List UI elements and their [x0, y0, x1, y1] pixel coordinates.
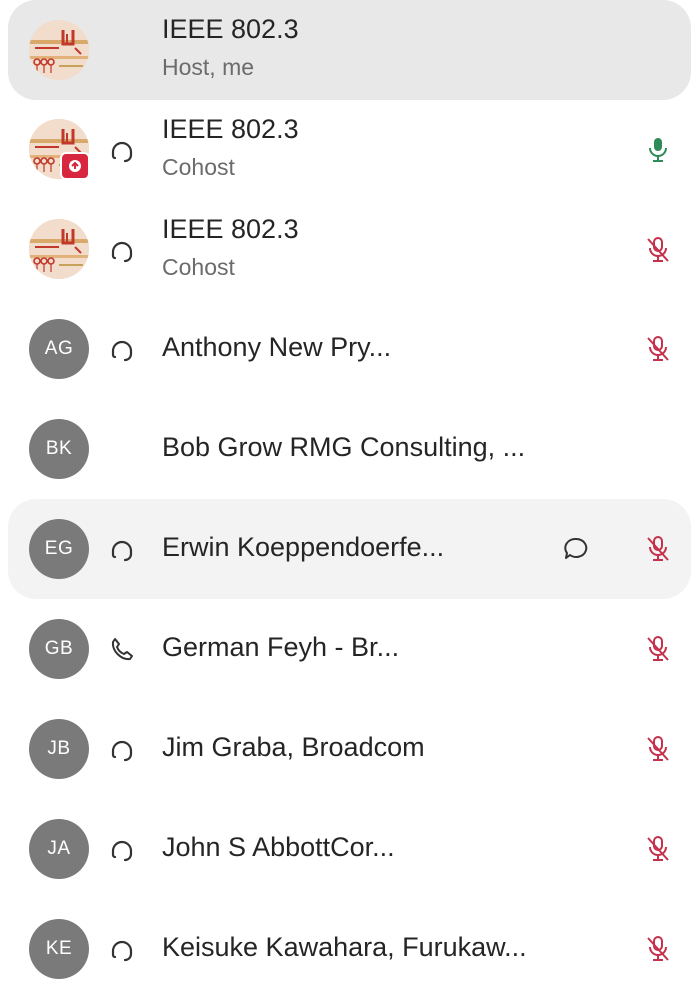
- headset-icon: [107, 534, 137, 564]
- participant-row[interactable]: GB German Feyh - Br...: [0, 599, 691, 699]
- participant-row[interactable]: IEEE 802.3 Host, me: [0, 0, 691, 100]
- participant-name: Keisuke Kawahara, Furukaw...: [162, 932, 527, 962]
- participant-row[interactable]: JB Jim Graba, Broadcom: [0, 699, 691, 799]
- participant-name: Jim Graba, Broadcom: [162, 732, 425, 762]
- microphone-muted-icon[interactable]: [644, 334, 672, 364]
- headset-icon: [107, 334, 137, 364]
- participant-row[interactable]: EG Erwin Koeppendoerfe...: [0, 499, 691, 599]
- participant-role: Host, me: [162, 54, 255, 80]
- avatar: BK: [29, 419, 89, 479]
- avatar: KE: [29, 919, 89, 979]
- participant-name: IEEE 802.3: [162, 214, 299, 244]
- participant-name: German Feyh - Br...: [162, 632, 400, 662]
- microphone-muted-icon[interactable]: [644, 934, 672, 964]
- headset-icon: [107, 734, 137, 764]
- avatar: AG: [29, 319, 89, 379]
- microphone-muted-icon[interactable]: [644, 235, 672, 265]
- ieee-logo-icon: [29, 20, 89, 80]
- avatar: JB: [29, 719, 89, 779]
- participant-row[interactable]: AG Anthony New Pry...: [0, 300, 691, 400]
- microphone-muted-icon[interactable]: [644, 534, 672, 564]
- participant-list: IEEE 802.3 Host, me IEEE 802.3 Cohost IE…: [0, 0, 691, 979]
- avatar: EG: [29, 519, 89, 579]
- participant-row[interactable]: KE Keisuke Kawahara, Furukaw...: [0, 899, 691, 999]
- participant-role: Cohost: [162, 254, 235, 280]
- microphone-muted-icon[interactable]: [644, 734, 672, 764]
- avatar: [29, 219, 89, 279]
- phone-icon: [107, 634, 137, 664]
- participant-role: Cohost: [162, 154, 235, 180]
- ieee-logo-icon: [29, 219, 89, 279]
- participant-name: IEEE 802.3: [162, 114, 299, 144]
- avatar: JA: [29, 819, 89, 879]
- participant-row[interactable]: IEEE 802.3 Cohost: [0, 100, 691, 200]
- headset-icon: [107, 135, 137, 165]
- headset-icon: [107, 934, 137, 964]
- microphone-muted-icon[interactable]: [644, 634, 672, 664]
- screen-share-icon: [60, 152, 90, 180]
- participant-row[interactable]: BK Bob Grow RMG Consulting, ...: [0, 400, 691, 500]
- microphone-muted-icon[interactable]: [644, 834, 672, 864]
- headset-icon: [107, 235, 137, 265]
- participant-row[interactable]: IEEE 802.3 Cohost: [0, 200, 691, 300]
- participant-name: Erwin Koeppendoerfe...: [162, 532, 445, 562]
- participant-name: John S AbbottCor...: [162, 832, 395, 862]
- headset-icon: [107, 834, 137, 864]
- participant-row[interactable]: JA John S AbbottCor...: [0, 799, 691, 899]
- chat-icon[interactable]: [561, 534, 591, 564]
- participant-name: Anthony New Pry...: [162, 332, 392, 362]
- microphone-on-icon[interactable]: [644, 135, 672, 165]
- avatar: GB: [29, 619, 89, 679]
- avatar: [29, 20, 89, 80]
- participant-name: IEEE 802.3: [162, 14, 299, 44]
- participant-name: Bob Grow RMG Consulting, ...: [162, 432, 526, 462]
- avatar: [29, 119, 90, 180]
